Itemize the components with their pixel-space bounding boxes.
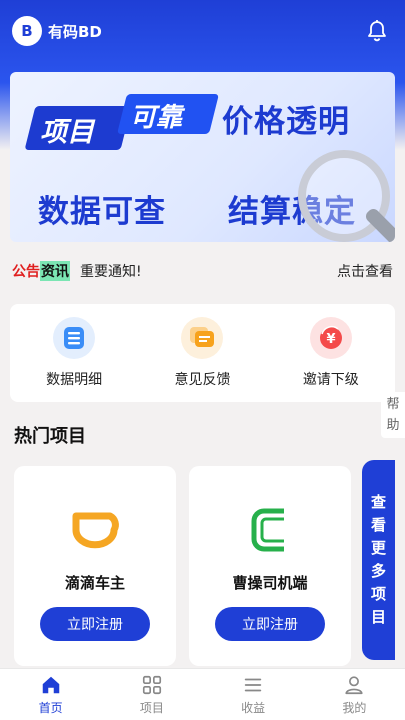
app-title: 有码BD bbox=[48, 22, 102, 41]
app-header: B 有码BD bbox=[0, 0, 405, 62]
tab-projects[interactable]: 项目 bbox=[101, 669, 202, 720]
promo-banner[interactable]: 项目 可靠 价格透明 数据可查 结算稳定 bbox=[10, 72, 395, 242]
quick-action-label: 意见反馈 bbox=[174, 372, 231, 388]
project-name: 滴滴车主 bbox=[64, 574, 125, 592]
banner-text-pill-1: 项目 bbox=[40, 117, 94, 148]
notice-bar[interactable]: 公告 资讯 重要通知! 点击查看 bbox=[12, 258, 393, 284]
menu-icon bbox=[244, 678, 262, 691]
quick-action-data-detail[interactable]: 数据明细 bbox=[24, 317, 124, 389]
tab-earnings[interactable]: 收益 bbox=[203, 669, 304, 720]
more-char: 查 bbox=[370, 493, 386, 511]
notice-more-link[interactable]: 点击查看 bbox=[337, 261, 393, 281]
more-char: 目 bbox=[370, 608, 386, 626]
register-button[interactable]: 立即注册 bbox=[215, 607, 325, 641]
data-detail-icon bbox=[53, 317, 96, 359]
app-logo: B bbox=[12, 16, 42, 46]
banner-text-line-1: 价格透明 bbox=[222, 104, 350, 140]
notice-tag-1: 公告 bbox=[12, 264, 40, 280]
quick-action-invite[interactable]: ¥ 邀请下级 bbox=[281, 317, 381, 389]
app-logo-text: B bbox=[21, 22, 33, 40]
grid-icon bbox=[142, 675, 161, 694]
svg-text:¥: ¥ bbox=[326, 332, 335, 347]
user-icon bbox=[345, 675, 363, 694]
more-char: 更 bbox=[370, 539, 386, 557]
more-char: 项 bbox=[370, 585, 386, 603]
project-card-caocao[interactable]: 曹操司机端 立即注册 bbox=[189, 466, 351, 666]
quick-action-label: 邀请下级 bbox=[302, 372, 359, 388]
didi-logo-icon bbox=[67, 502, 123, 558]
banner-text-pill-2: 可靠 bbox=[130, 103, 183, 133]
quick-actions: 数据明细 意见反馈 ¥ 邀请下级 bbox=[10, 304, 395, 402]
more-char: 看 bbox=[370, 516, 386, 534]
section-title-hot-projects: 热门项目 bbox=[14, 426, 86, 447]
banner-text-line-2-left: 数据可查 bbox=[38, 194, 166, 230]
tab-label: 项目 bbox=[139, 700, 164, 715]
help-tab[interactable]: 帮 助 bbox=[381, 392, 405, 438]
tab-label: 首页 bbox=[38, 700, 63, 715]
caocao-logo-icon bbox=[242, 502, 298, 558]
quick-action-label: 数据明细 bbox=[46, 372, 103, 388]
register-button[interactable]: 立即注册 bbox=[40, 607, 150, 641]
help-char: 助 bbox=[386, 418, 400, 433]
feedback-icon bbox=[181, 317, 224, 359]
notice-message: 重要通知! bbox=[80, 264, 142, 280]
bell-icon[interactable] bbox=[365, 19, 389, 43]
tab-label: 我的 bbox=[342, 700, 367, 715]
quick-action-feedback[interactable]: 意见反馈 bbox=[152, 317, 252, 389]
view-more-projects-button[interactable]: 查 看 更 多 项 目 bbox=[362, 460, 395, 660]
tab-me[interactable]: 我的 bbox=[304, 669, 405, 720]
help-char: 帮 bbox=[386, 397, 400, 412]
notice-tag-2: 资讯 bbox=[40, 261, 70, 281]
home-icon bbox=[42, 676, 59, 693]
project-name: 曹操司机端 bbox=[232, 574, 308, 592]
tab-label: 收益 bbox=[241, 700, 266, 715]
more-char: 多 bbox=[370, 562, 386, 580]
invite-icon: ¥ bbox=[309, 317, 352, 359]
project-card-didi[interactable]: 滴滴车主 立即注册 bbox=[14, 466, 176, 666]
tab-home[interactable]: 首页 bbox=[0, 669, 101, 720]
bottom-tab-bar: 首页 项目 收益 我的 bbox=[0, 668, 405, 720]
